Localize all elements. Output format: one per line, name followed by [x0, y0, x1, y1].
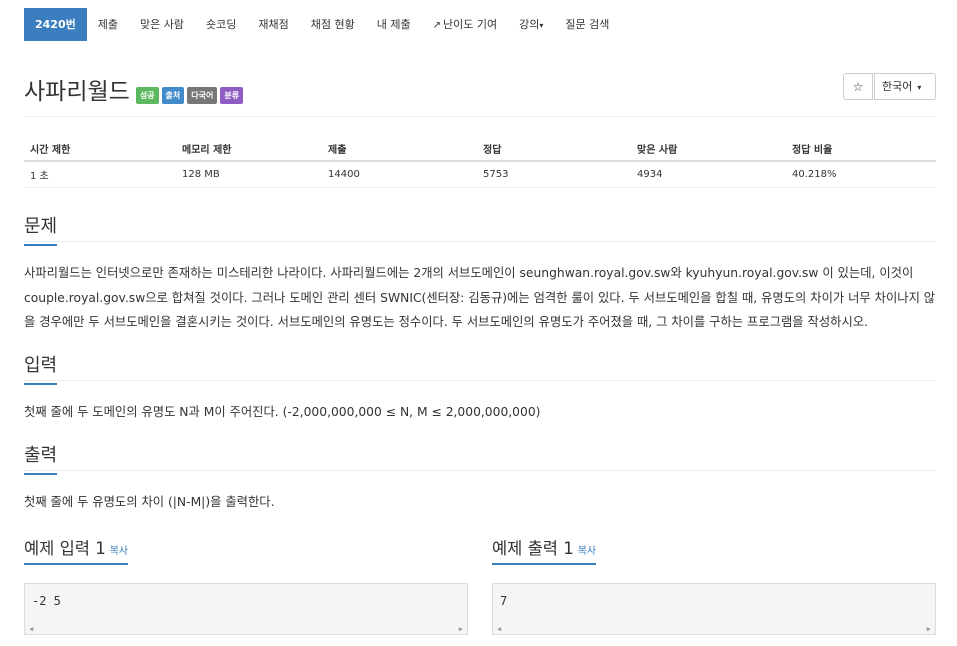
multilang-label[interactable]: 다국어	[187, 86, 218, 104]
tab-problem[interactable]: 2420번	[24, 8, 87, 41]
value-time-limit: 1 초	[24, 161, 176, 188]
heading-underline	[24, 473, 58, 475]
source-label[interactable]: 출처	[161, 86, 185, 104]
table-header-row: 시간 제한 메모리 제한 제출 정답 맞은 사람 정답 비율	[24, 136, 936, 162]
horizontal-scrollbar[interactable]: ◀ ▶	[29, 625, 463, 633]
value-submissions: 14400	[322, 161, 477, 188]
divider	[24, 380, 936, 381]
star-icon: ☆	[852, 80, 864, 94]
problem-description: 사파리월드는 인터넷으로만 존재하는 미스테리한 나라이다. 사파리월드에는 2…	[24, 266, 936, 329]
value-accepted: 5753	[477, 161, 631, 188]
sample-output-box[interactable]: 7 ◀ ▶	[492, 583, 936, 635]
sample-input-box[interactable]: -2 5 ◀ ▶	[24, 583, 468, 635]
tab-my-submissions[interactable]: 내 제출	[366, 8, 422, 41]
problem-heading-text: 문제	[24, 216, 58, 237]
tab-difficulty-label: 난이도 기여	[442, 18, 498, 31]
sample-output-value: 7	[500, 594, 508, 608]
tab-solvers[interactable]: 맞은 사람	[129, 8, 195, 41]
caret-down-icon: ▾	[917, 83, 922, 92]
table-row: 1 초 128 MB 14400 5753 4934 40.218%	[24, 161, 936, 188]
scroll-left-icon[interactable]: ◀	[29, 625, 33, 633]
tab-status[interactable]: 채점 현황	[300, 8, 366, 41]
heading-underline	[24, 563, 129, 565]
heading-underline	[24, 244, 58, 246]
header-time-limit: 시간 제한	[24, 136, 176, 162]
header-memory-limit: 메모리 제한	[176, 136, 322, 162]
problem-info-table: 시간 제한 메모리 제한 제출 정답 맞은 사람 정답 비율 1 초 128 M…	[24, 136, 936, 188]
sample-output-heading: 예제 출력 1 복사	[492, 535, 597, 565]
tab-lectures-label: 강의	[519, 18, 540, 31]
value-solvers: 4934	[631, 161, 786, 188]
tab-lectures[interactable]: 강의▾	[508, 8, 554, 41]
category-label[interactable]: 분류	[220, 86, 244, 104]
header-submissions: 제출	[322, 136, 477, 162]
tab-rejudge[interactable]: 재채점	[247, 8, 299, 41]
scroll-right-icon[interactable]: ▶	[459, 625, 463, 633]
header-ratio: 정답 비율	[786, 136, 936, 162]
sample-input-value: -2 5	[32, 594, 61, 608]
sample-input-heading: 예제 입력 1 복사	[24, 535, 129, 565]
divider	[24, 116, 936, 117]
language-dropdown[interactable]: 한국어 ▾	[874, 73, 936, 100]
scroll-right-icon[interactable]: ▶	[927, 625, 931, 633]
problem-nav-tabs: 2420번 제출 맞은 사람 숏코딩 재채점 채점 현황 내 제출 ↗ 난이도 기…	[24, 8, 620, 41]
sample-input-title: 예제 입력 1	[24, 539, 106, 558]
copy-input-button[interactable]: 복사	[110, 546, 128, 557]
heading-underline	[24, 383, 58, 385]
output-heading-text: 출력	[24, 445, 58, 466]
caret-down-icon: ▾	[539, 21, 544, 30]
heading-underline	[492, 563, 597, 565]
page-title: 사파리월드	[24, 79, 130, 105]
success-label[interactable]: 성공	[135, 86, 159, 104]
problem-title-row: 사파리월드 성공 출처 다국어 분류	[24, 72, 246, 106]
tab-short-coding[interactable]: 숏코딩	[195, 8, 247, 41]
horizontal-scrollbar[interactable]: ◀ ▶	[497, 625, 931, 633]
external-link-icon: ↗	[432, 20, 441, 31]
value-memory-limit: 128 MB	[176, 161, 322, 188]
tab-submit[interactable]: 제출	[87, 8, 129, 41]
scroll-left-icon[interactable]: ◀	[497, 625, 501, 633]
header-accepted: 정답	[477, 136, 631, 162]
divider	[24, 470, 936, 471]
value-ratio: 40.218%	[786, 161, 936, 188]
favorite-button[interactable]: ☆	[843, 73, 873, 100]
copy-output-button[interactable]: 복사	[578, 546, 596, 557]
input-description: 첫째 줄에 두 도메인의 유명도 N과 M이 주어진다. (-2,000,000…	[24, 405, 541, 419]
header-solvers: 맞은 사람	[631, 136, 786, 162]
divider	[24, 241, 936, 242]
language-label: 한국어	[882, 80, 913, 93]
tab-question-search[interactable]: 질문 검색	[554, 8, 620, 41]
output-description: 첫째 줄에 두 유명도의 차이 (|N-M|)을 출력한다.	[24, 495, 275, 509]
sample-output-title: 예제 출력 1	[492, 539, 574, 558]
tab-difficulty[interactable]: ↗ 난이도 기여	[422, 8, 509, 41]
input-heading-text: 입력	[24, 355, 58, 376]
